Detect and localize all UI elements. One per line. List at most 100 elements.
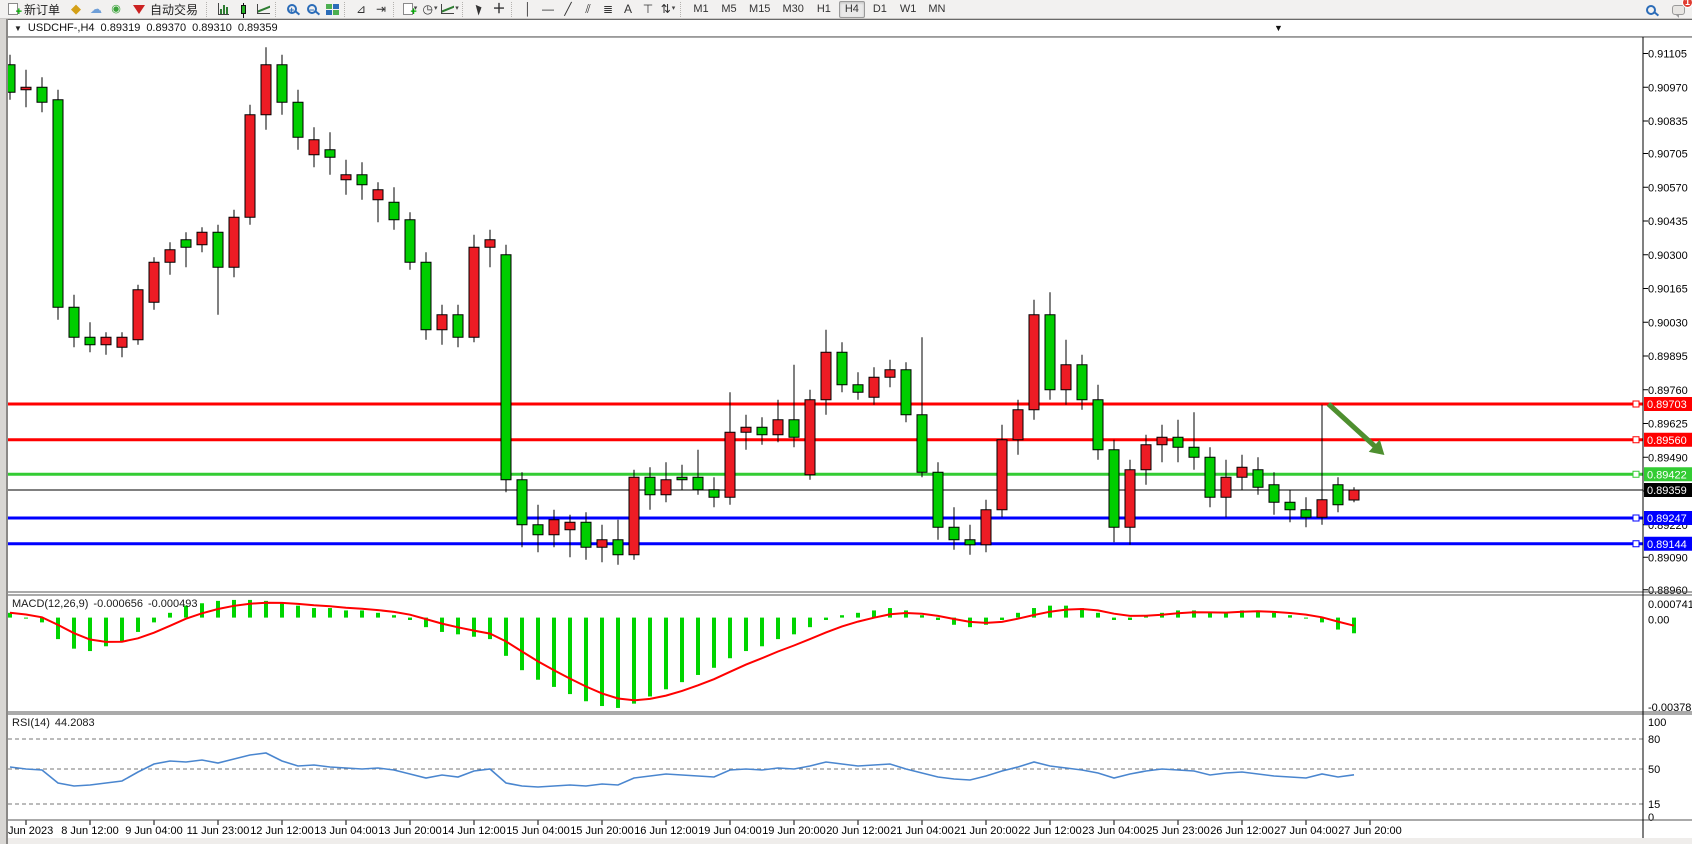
fibonacci-icon[interactable]: ≣ bbox=[599, 1, 617, 17]
macd-bar bbox=[120, 618, 124, 642]
rsi-axis-label: 100 bbox=[1648, 717, 1666, 729]
timeframe-h4[interactable]: H4 bbox=[839, 1, 865, 18]
auto-scroll-icon[interactable]: ⇥ bbox=[372, 1, 390, 17]
candle bbox=[645, 477, 655, 495]
market-icon[interactable]: ◆ bbox=[67, 1, 85, 17]
candle bbox=[1269, 485, 1279, 503]
macd-bar bbox=[504, 618, 508, 656]
candle bbox=[517, 480, 527, 525]
candle bbox=[1333, 485, 1343, 505]
bar-chart-icon[interactable] bbox=[214, 1, 232, 17]
community-icon[interactable]: ☁ bbox=[87, 1, 105, 17]
window-left-edge[interactable] bbox=[0, 19, 8, 844]
candle bbox=[1141, 445, 1151, 470]
cursor-icon[interactable] bbox=[470, 1, 488, 17]
macd-bar bbox=[776, 618, 780, 640]
candle bbox=[21, 87, 31, 90]
line-handle[interactable] bbox=[1633, 401, 1639, 407]
timeframe-h1[interactable]: H1 bbox=[811, 1, 837, 18]
candle bbox=[629, 477, 639, 555]
candle bbox=[1093, 400, 1103, 450]
candle bbox=[597, 540, 607, 548]
main-toolbar: 新订单 ◆ ☁ ◉ 自动交易 + − ⊿ ⇥ ▾ ◷▾ ▾ ＋ │ — ╱ ⫽ … bbox=[0, 0, 1692, 19]
timeframe-mn[interactable]: MN bbox=[923, 1, 950, 18]
autotrading-button[interactable]: 自动交易 bbox=[150, 1, 198, 18]
macd-bar bbox=[168, 613, 172, 618]
candle bbox=[1077, 365, 1087, 400]
line-handle[interactable] bbox=[1633, 541, 1639, 547]
candle bbox=[1205, 457, 1215, 497]
macd-bar bbox=[584, 618, 588, 702]
macd-bar bbox=[1304, 618, 1308, 619]
candle bbox=[117, 337, 127, 347]
channel-icon[interactable]: ⫽ bbox=[579, 1, 597, 17]
text-label-icon[interactable]: ⊤ bbox=[639, 1, 657, 17]
chat-icon[interactable]: 1 bbox=[1669, 2, 1687, 18]
time-axis-label: 27 Jun 04:00 bbox=[1274, 825, 1338, 837]
timeframe-m15[interactable]: M15 bbox=[744, 1, 775, 18]
price-axis-label: 0.90705 bbox=[1648, 149, 1688, 161]
candle bbox=[773, 420, 783, 435]
candle bbox=[1045, 315, 1055, 390]
candle bbox=[1349, 490, 1359, 500]
candle bbox=[1285, 502, 1295, 510]
new-order-icon[interactable] bbox=[4, 1, 22, 17]
candle bbox=[197, 232, 207, 245]
timeframe-m30[interactable]: M30 bbox=[777, 1, 808, 18]
autotrading-icon[interactable] bbox=[130, 1, 148, 17]
zoom-out-icon[interactable]: − bbox=[303, 1, 321, 17]
candlestick-icon[interactable] bbox=[234, 1, 252, 17]
chart-title-bar[interactable]: ▼ USDCHF-,H4 0.89319 0.89370 0.89310 0.8… bbox=[8, 20, 1692, 37]
trendline-icon[interactable]: ╱ bbox=[559, 1, 577, 17]
timeframe-d1[interactable]: D1 bbox=[867, 1, 893, 18]
new-order-button[interactable]: 新订单 bbox=[24, 1, 60, 18]
candle bbox=[309, 140, 319, 155]
arrows-icon[interactable]: ⇅▾ bbox=[659, 1, 677, 17]
horizontal-line-icon[interactable]: — bbox=[539, 1, 557, 17]
chevron-down-icon[interactable]: ▼ bbox=[14, 24, 22, 33]
line-handle[interactable] bbox=[1633, 437, 1639, 443]
strategy-tester-icon[interactable]: ⊿ bbox=[352, 1, 370, 17]
zoom-in-icon[interactable]: + bbox=[283, 1, 301, 17]
candle bbox=[469, 247, 479, 337]
tile-windows-icon[interactable] bbox=[323, 1, 341, 17]
new-chart-icon[interactable]: ▾ bbox=[401, 1, 419, 17]
search-icon[interactable] bbox=[1642, 2, 1660, 18]
macd-bar bbox=[648, 618, 652, 697]
time-axis-label: 14 Jun 12:00 bbox=[442, 825, 506, 837]
price-axis-label: 0.90970 bbox=[1648, 82, 1688, 94]
candle bbox=[549, 520, 559, 535]
timeframe-m1[interactable]: M1 bbox=[688, 1, 714, 18]
signals-icon[interactable]: ◉ bbox=[107, 1, 125, 17]
timeframe-w1[interactable]: W1 bbox=[895, 1, 922, 18]
macd-bar bbox=[232, 600, 236, 618]
candle bbox=[757, 427, 767, 435]
period-clock-icon[interactable]: ◷▾ bbox=[421, 1, 439, 17]
template-icon[interactable]: ▾ bbox=[441, 1, 459, 17]
candle bbox=[149, 262, 159, 302]
macd-bar bbox=[744, 618, 748, 651]
candle bbox=[981, 510, 991, 545]
macd-bar bbox=[136, 618, 140, 632]
line-handle[interactable] bbox=[1633, 471, 1639, 477]
time-axis-label: 27 Jun 20:00 bbox=[1338, 825, 1402, 837]
candle bbox=[1029, 315, 1039, 410]
timeframe-m5[interactable]: M5 bbox=[716, 1, 742, 18]
rsi-label: RSI(14)44.2083 bbox=[12, 717, 100, 729]
crosshair-icon[interactable]: ＋ bbox=[490, 1, 508, 17]
macd-bar bbox=[1288, 615, 1292, 617]
macd-bar bbox=[856, 613, 860, 618]
candle bbox=[437, 315, 447, 330]
price-chart-canvas[interactable]: 0.911050.909700.908350.907050.905700.904… bbox=[0, 0, 1692, 844]
candle bbox=[901, 370, 911, 415]
ohlc-close: 0.89359 bbox=[238, 22, 278, 34]
price-badge-label: 0.89422 bbox=[1647, 469, 1687, 481]
line-chart-icon[interactable] bbox=[254, 1, 272, 17]
time-axis-label: 13 Jun 04:00 bbox=[314, 825, 378, 837]
window-collapse-icon[interactable]: ▼ bbox=[1274, 23, 1283, 33]
line-handle[interactable] bbox=[1633, 515, 1639, 521]
rsi-axis-label: 0 bbox=[1648, 812, 1654, 824]
text-icon[interactable]: A bbox=[619, 1, 637, 17]
vertical-line-icon[interactable]: │ bbox=[519, 1, 537, 17]
candle bbox=[293, 102, 303, 137]
